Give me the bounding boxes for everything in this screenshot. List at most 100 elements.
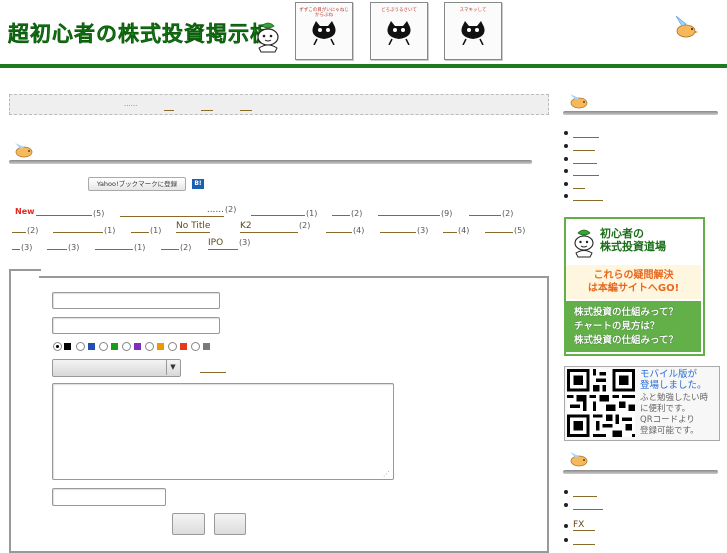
category-link[interactable]: (2): [332, 205, 362, 218]
category-label[interactable]: [378, 205, 440, 216]
site-title[interactable]: 超初心者の株式投資掲示板: [8, 18, 272, 48]
dojo-title-line: 株式投資道場: [600, 240, 666, 253]
category-link[interactable]: K2 (2): [240, 221, 310, 233]
category-label[interactable]: No Title: [176, 221, 211, 233]
nav-item[interactable]: [164, 100, 174, 111]
category-link[interactable]: IPO (3): [208, 238, 250, 250]
name-input[interactable]: [52, 292, 220, 309]
sidebar-item[interactable]: [564, 535, 595, 545]
color-radio[interactable]: [168, 342, 177, 351]
flying-bird-icon: [675, 15, 698, 38]
mobile-title[interactable]: モバイル版が 登場しました。: [640, 369, 707, 391]
chevron-down-icon[interactable]: ▼: [166, 360, 179, 375]
sidebar-link[interactable]: FX: [573, 520, 595, 531]
dojo-cta-text: これらの疑問解決 は本編サイトへGO!: [566, 269, 701, 295]
sidebar-link[interactable]: [573, 128, 599, 138]
category-label[interactable]: [326, 222, 352, 233]
category-link[interactable]: (1): [95, 239, 145, 252]
mobile-desc-line: ふと勉強したい時: [640, 393, 709, 403]
color-radio[interactable]: [76, 342, 85, 351]
nav-item[interactable]: ......: [124, 100, 137, 110]
category-count: (5): [514, 226, 526, 235]
icon-list-link[interactable]: [200, 372, 226, 373]
sidebar-divider: [563, 470, 718, 474]
category-link[interactable]: No Title: [176, 221, 211, 233]
banner-1[interactable]: ずずこの目がいにゃねじからぶね: [295, 2, 353, 60]
bird-icon: [15, 143, 33, 158]
category-link[interactable]: (4): [326, 222, 364, 235]
resize-handle-icon[interactable]: ⋰: [383, 470, 391, 478]
category-count: (2): [502, 209, 514, 218]
category-link[interactable]: (3): [47, 239, 79, 252]
category-link[interactable]: (1): [131, 222, 161, 235]
nav-item[interactable]: [240, 100, 252, 111]
reset-button[interactable]: [214, 513, 246, 535]
category-label[interactable]: [47, 239, 67, 250]
sidebar-item[interactable]: [564, 141, 595, 151]
sidebar-link[interactable]: [573, 487, 597, 497]
sidebar-link[interactable]: [573, 166, 599, 176]
category-label[interactable]: [485, 222, 513, 233]
category-label[interactable]: [469, 205, 501, 216]
hatena-bookmark-button[interactable]: B!: [192, 179, 204, 189]
category-label[interactable]: [95, 239, 133, 250]
category-label[interactable]: [251, 205, 305, 216]
sidebar-link[interactable]: [573, 141, 595, 151]
submit-button[interactable]: [172, 513, 205, 535]
sidebar-item[interactable]: FX: [564, 520, 595, 531]
banner-2[interactable]: どろぷうるさいて: [370, 2, 428, 60]
category-link[interactable]: (5): [36, 205, 104, 218]
password-input[interactable]: [52, 488, 166, 506]
category-link[interactable]: (4): [443, 222, 469, 235]
color-radio[interactable]: [191, 342, 200, 351]
sidebar-item[interactable]: [564, 166, 599, 176]
yahoo-bookmark-button[interactable]: Yahoo!ブックマークに登録: [88, 177, 186, 191]
sidebar-item[interactable]: [564, 191, 603, 201]
nav-item[interactable]: [201, 100, 213, 111]
sidebar-item[interactable]: [564, 179, 585, 189]
sidebar-link[interactable]: [573, 191, 603, 201]
sidebar-item[interactable]: [564, 128, 599, 138]
category-label[interactable]: K2: [240, 221, 298, 233]
color-radio[interactable]: [53, 342, 62, 351]
category-link[interactable]: (2): [161, 239, 191, 252]
category-label[interactable]: IPO: [208, 238, 238, 250]
category-label[interactable]: [53, 222, 103, 233]
category-label[interactable]: [12, 239, 20, 250]
category-link[interactable]: (3): [12, 239, 32, 252]
category-label[interactable]: [131, 222, 149, 233]
color-radio[interactable]: [99, 342, 108, 351]
category-label[interactable]: [443, 222, 457, 233]
sidebar-item[interactable]: [564, 154, 597, 164]
email-input[interactable]: [52, 317, 220, 334]
category-link[interactable]: (2): [12, 222, 38, 235]
category-link[interactable]: (1): [251, 205, 317, 218]
category-label[interactable]: ......: [120, 205, 224, 217]
category-label[interactable]: [332, 205, 350, 216]
icon-select[interactable]: [52, 359, 181, 377]
sidebar-link[interactable]: [573, 154, 597, 164]
category-link[interactable]: (3): [380, 222, 428, 235]
dojo-title: 初心者の 株式投資道場: [600, 227, 666, 253]
sidebar-item[interactable]: [564, 487, 597, 497]
color-radio[interactable]: [122, 342, 131, 351]
sidebar-link[interactable]: [573, 500, 603, 510]
category-link[interactable]: (9): [378, 205, 452, 218]
bullet-icon: [564, 169, 568, 173]
category-link[interactable]: ......(2): [120, 205, 236, 217]
sidebar-link[interactable]: [573, 179, 585, 189]
color-radio[interactable]: [145, 342, 154, 351]
sidebar-link[interactable]: [573, 535, 595, 545]
category-label[interactable]: [161, 239, 179, 250]
category-label[interactable]: [380, 222, 416, 233]
sidebar-item[interactable]: [564, 500, 603, 510]
category-link[interactable]: (2): [469, 205, 513, 218]
category-label[interactable]: [36, 205, 92, 216]
banner-3[interactable]: スマキッして: [444, 2, 502, 60]
message-textarea[interactable]: [52, 383, 394, 480]
dojo-title-line: 初心者の: [600, 227, 644, 240]
category-count: (2): [351, 209, 363, 218]
category-label[interactable]: [12, 222, 26, 233]
category-link[interactable]: (1): [53, 222, 115, 235]
category-link[interactable]: (5): [485, 222, 525, 235]
